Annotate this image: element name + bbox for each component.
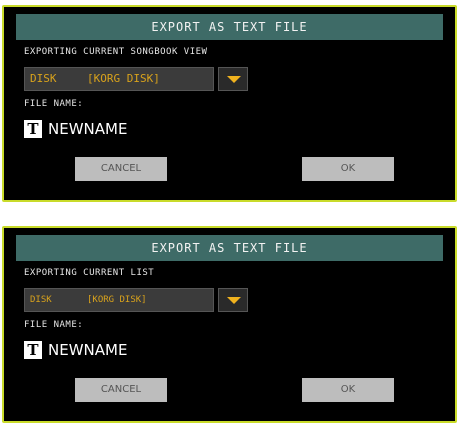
destination-dropdown-button[interactable] (218, 288, 248, 312)
ok-button[interactable]: OK (302, 157, 394, 181)
destination-dropdown-button[interactable] (218, 67, 248, 91)
dialog-title: EXPORT AS TEXT FILE (16, 14, 443, 40)
destination-select[interactable]: DISK [KORG DISK] (24, 288, 214, 312)
file-name-label: FILE NAME: (24, 320, 84, 330)
dialog-subtitle: EXPORTING CURRENT LIST (24, 268, 155, 278)
cancel-button[interactable]: CANCEL (75, 157, 167, 181)
text-edit-icon[interactable]: T (24, 341, 42, 359)
device-label: DISK (30, 72, 57, 85)
cancel-button[interactable]: CANCEL (75, 378, 167, 402)
device-label: DISK (30, 295, 52, 305)
export-dialog-list: EXPORT AS TEXT FILE EXPORTING CURRENT LI… (2, 226, 457, 423)
dialog-subtitle: EXPORTING CURRENT SONGBOOK VIEW (24, 47, 208, 57)
text-edit-icon[interactable]: T (24, 120, 42, 138)
ok-button[interactable]: OK (302, 378, 394, 402)
volume-label: [KORG DISK] (87, 72, 160, 85)
chevron-down-icon (227, 297, 241, 304)
chevron-down-icon (227, 76, 241, 83)
volume-label: [KORG DISK] (87, 295, 147, 305)
file-name-field[interactable]: NEWNAME (48, 340, 127, 360)
file-name-field[interactable]: NEWNAME (48, 119, 127, 139)
file-name-label: FILE NAME: (24, 99, 84, 109)
destination-select[interactable]: DISK [KORG DISK] (24, 67, 214, 91)
dialog-title: EXPORT AS TEXT FILE (16, 235, 443, 261)
export-dialog-songbook: EXPORT AS TEXT FILE EXPORTING CURRENT SO… (2, 5, 457, 202)
